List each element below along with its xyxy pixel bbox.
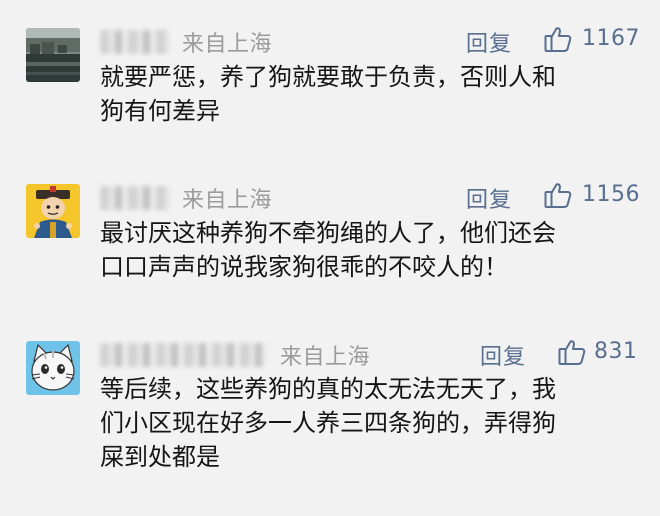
comment-text-line: 们小区现在好多一人养三四条狗的，弄得狗: [100, 409, 556, 437]
comment-text: 等后续，这些养狗的真的太无法无天了，我 们小区现在好多一人养三四条狗的，弄得狗 …: [100, 372, 635, 474]
thumbs-up-icon[interactable]: [557, 337, 587, 367]
comment-text-line: 屎到处都是: [100, 443, 220, 471]
username-blurred[interactable]: [100, 343, 268, 367]
location-label: 来自上海: [280, 345, 371, 370]
like-count: 831: [594, 339, 638, 364]
comment-item: 来自上海 回复 831 等后续，这些养狗的真的太无法无天了，我 们小区现在好多一…: [0, 0, 660, 516]
cartoon-cat-icon: [26, 341, 80, 395]
comment-text-line: 等后续，这些养狗的真的太无法无天了，我: [100, 375, 556, 403]
avatar[interactable]: [26, 341, 80, 395]
reply-button[interactable]: 回复: [480, 339, 526, 371]
